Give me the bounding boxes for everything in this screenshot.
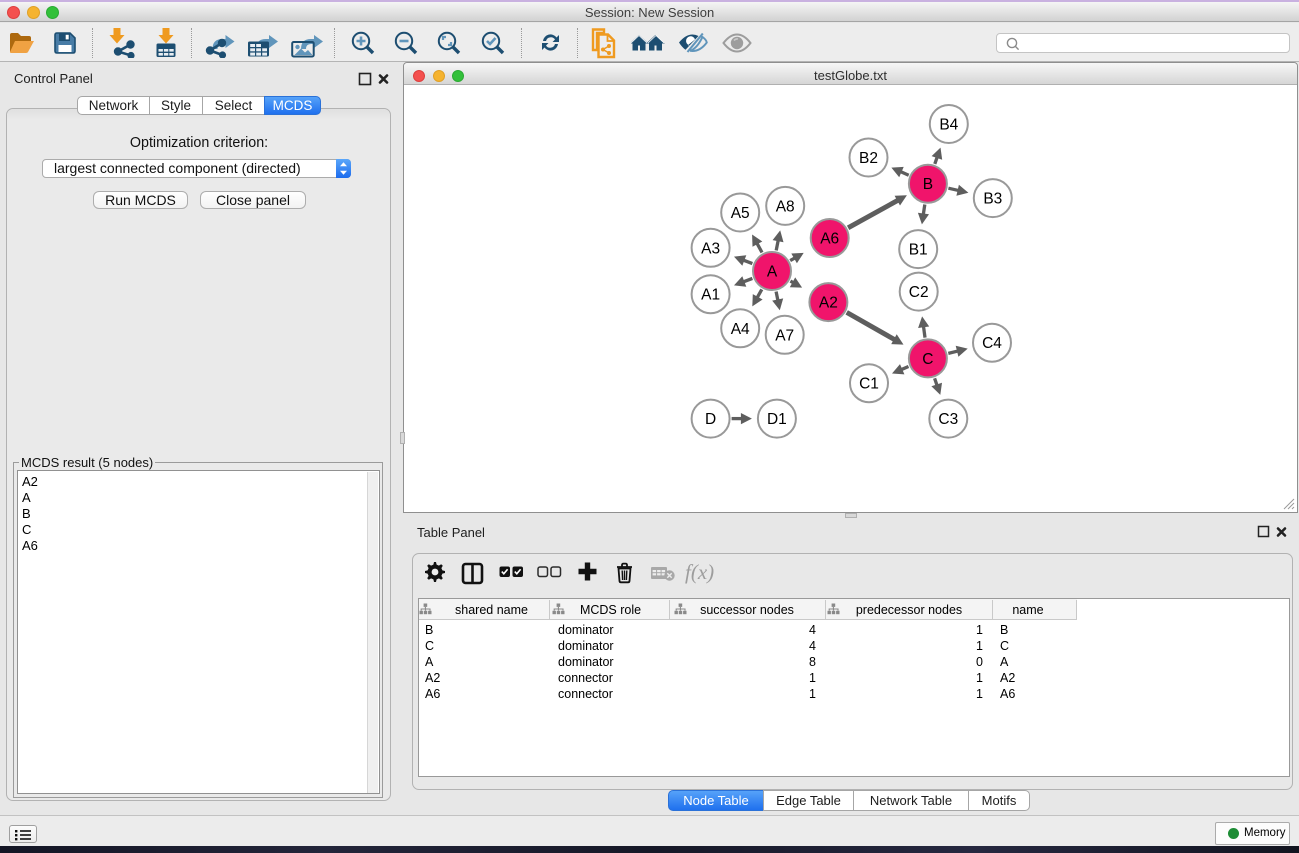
svg-text:C2: C2 xyxy=(909,284,929,301)
svg-text:B3: B3 xyxy=(983,191,1002,208)
svg-text:B: B xyxy=(923,176,933,193)
svg-text:B4: B4 xyxy=(939,117,958,134)
svg-text:B1: B1 xyxy=(909,242,928,259)
svg-text:A5: A5 xyxy=(731,205,750,222)
svg-text:D: D xyxy=(705,411,716,428)
svg-text:A2: A2 xyxy=(819,295,838,312)
svg-text:A1: A1 xyxy=(701,287,720,304)
svg-text:A8: A8 xyxy=(776,198,795,215)
svg-text:A7: A7 xyxy=(775,327,794,344)
svg-text:D1: D1 xyxy=(767,411,787,428)
svg-text:C: C xyxy=(922,351,933,368)
svg-text:A6: A6 xyxy=(820,231,839,248)
svg-text:A3: A3 xyxy=(701,240,720,257)
svg-text:B2: B2 xyxy=(859,150,878,167)
svg-text:C4: C4 xyxy=(982,335,1002,352)
svg-text:C1: C1 xyxy=(859,376,879,393)
svg-text:C3: C3 xyxy=(938,411,958,428)
svg-text:A4: A4 xyxy=(731,321,750,338)
svg-text:A: A xyxy=(767,264,778,281)
